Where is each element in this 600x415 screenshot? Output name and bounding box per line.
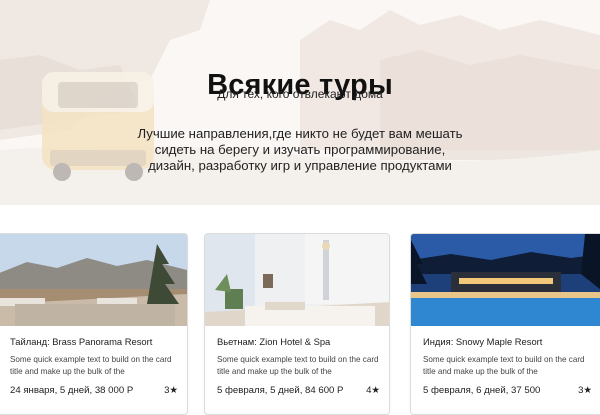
tour-cards: Тайланд: Brass Panorama Resort Some quic… [0,233,600,415]
tour-card-thailand[interactable]: Тайланд: Brass Panorama Resort Some quic… [0,233,188,415]
card-title[interactable]: Индия: Snowy Maple Resort [423,336,542,347]
card-text: Some quick example text to build on the … [217,355,379,376]
card-image-vietnam [205,234,389,326]
card-image-india [411,234,600,326]
card-meta: 5 февраля, 5 дней, 84 600 Р [217,385,344,396]
card-rating: 3★ [578,385,592,396]
card-text: Some quick example text to build on the … [423,355,585,376]
tour-card-vietnam[interactable]: Вьетнам: Zion Hotel & Spa Some quick exa… [204,233,390,415]
card-meta: 5 февраля, 6 дней, 37 500 [423,385,541,396]
card-rating: 4★ [366,385,380,396]
hero-subtitle: Для тех, кого отвлекают дома [217,87,383,101]
card-meta: 24 января, 5 дней, 38 000 Р [10,385,134,396]
card-text: Some quick example text to build on the … [10,355,172,376]
tour-card-india[interactable]: Индия: Snowy Maple Resort Some quick exa… [410,233,600,415]
card-title[interactable]: Тайланд: Brass Panorama Resort [10,336,152,347]
card-rating: 3★ [164,385,178,396]
card-image-thailand [0,234,187,326]
hero-lead-text: Лучшие направления,где никто не будет ва… [137,126,463,173]
card-title[interactable]: Вьетнам: Zion Hotel & Spa [217,336,330,347]
hero-banner: Всякие туры Для тех, кого отвлекают дома… [0,0,600,205]
